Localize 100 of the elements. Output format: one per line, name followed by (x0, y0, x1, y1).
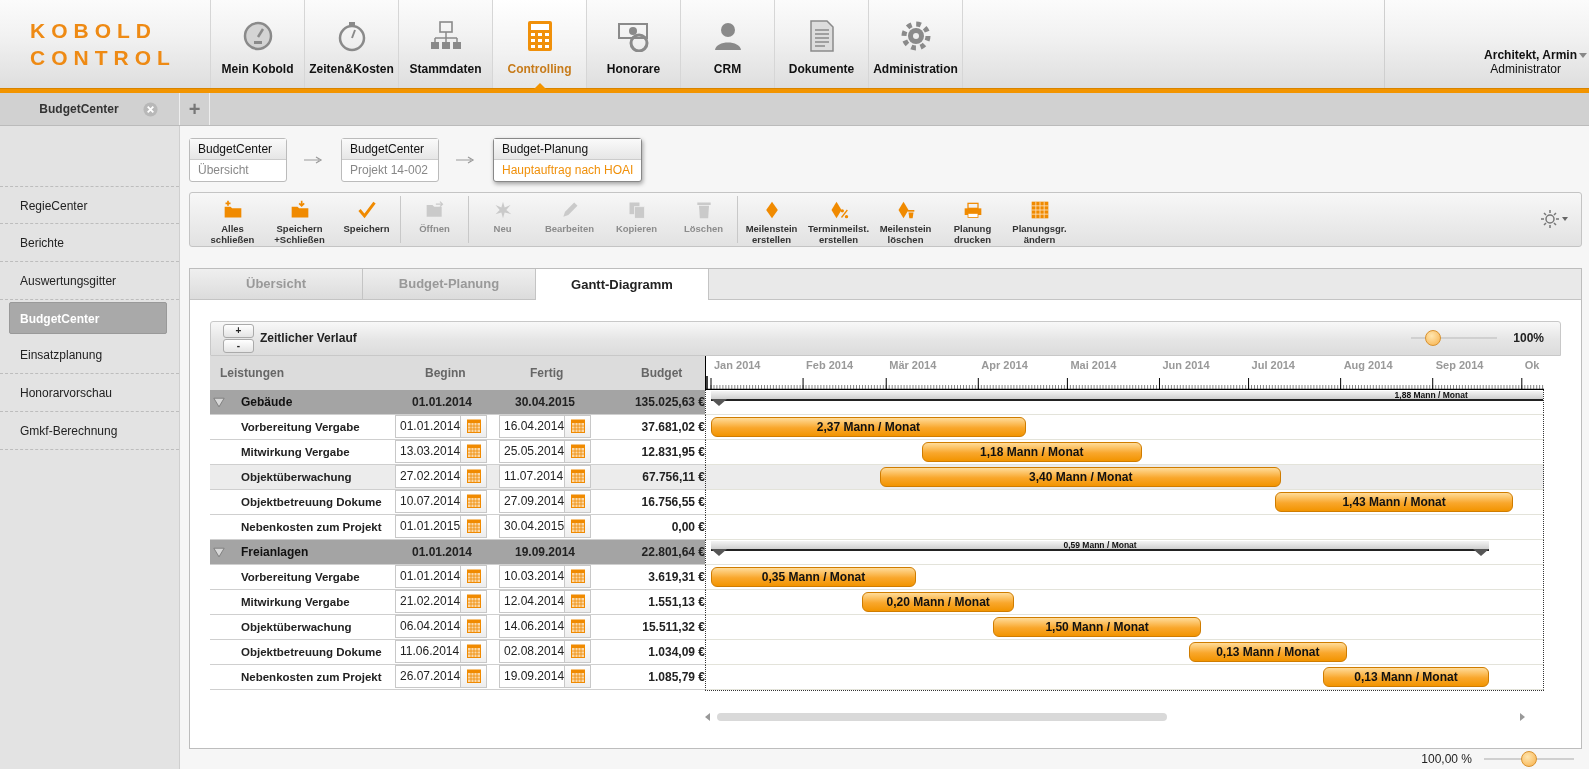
task-bar[interactable]: 0,35 Mann / Monat (711, 566, 916, 587)
date-field[interactable]: 16.04.2014 (499, 414, 565, 438)
zoom-out-button[interactable]: - (223, 338, 254, 353)
date-field[interactable]: 13.03.2014 (395, 439, 461, 463)
expand-toggle-icon[interactable] (213, 546, 225, 558)
table-cell-text: 01.01.2014 (410, 394, 474, 409)
toolbar-button[interactable]: Meilenstein erstellen (738, 193, 805, 246)
horizontal-scrollbar[interactable] (705, 712, 1525, 722)
date-field[interactable]: 27.02.2014 (395, 464, 461, 488)
zoom-in-button[interactable]: + (223, 323, 254, 338)
chart-row[interactable]: 1,43 Mann / Monat (705, 489, 1544, 515)
calendar-button[interactable] (461, 514, 487, 538)
calendar-button[interactable] (461, 589, 487, 613)
tab[interactable]: Gantt-Diagramm (536, 268, 709, 300)
chart-row[interactable]: 2,37 Mann / Monat (705, 414, 1544, 440)
scroll-right-icon[interactable] (1520, 713, 1525, 722)
month-label: Mai 2014 (1070, 358, 1117, 371)
calendar-button[interactable] (565, 664, 591, 688)
calendar-button[interactable] (461, 464, 487, 488)
toolbar-button[interactable]: Planung drucken (939, 193, 1006, 246)
close-icon[interactable] (142, 101, 158, 117)
calendar-button[interactable] (461, 639, 487, 663)
task-bar[interactable]: 2,37 Mann / Monat (711, 416, 1026, 437)
date-field[interactable]: 26.07.2014 (395, 664, 461, 688)
chart-row[interactable]: 0,35 Mann / Monat (705, 564, 1544, 590)
month-label: Feb 2014 (806, 358, 854, 371)
chart-row[interactable]: 1,50 Mann / Monat (705, 614, 1544, 640)
scroll-left-icon[interactable] (705, 713, 710, 722)
date-field[interactable]: 06.04.2014 (395, 614, 461, 638)
calendar-icon (466, 594, 481, 609)
zoom-slider[interactable] (1484, 749, 1574, 769)
nav-button[interactable]: Dokumente (775, 0, 869, 88)
chart-row[interactable]: 0,20 Mann / Monat (705, 589, 1544, 615)
task-bar[interactable]: 1,43 Mann / Monat (1275, 491, 1513, 512)
task-bar[interactable]: 1,18 Mann / Monat (921, 441, 1142, 462)
task-bar[interactable]: 0,13 Mann / Monat (1322, 666, 1490, 687)
task-bar[interactable]: 0,20 Mann / Monat (862, 591, 1014, 612)
date-field[interactable]: 11.06.2014 (395, 639, 461, 663)
sidebar-item[interactable]: Berichte (0, 224, 179, 262)
date-field[interactable]: 21.02.2014 (395, 589, 461, 613)
task-bar[interactable]: 3,40 Mann / Monat (880, 466, 1282, 487)
calendar-icon (466, 519, 481, 534)
banknote-icon (617, 20, 650, 52)
sidebar-item[interactable]: Einsatzplanung (0, 336, 179, 374)
date-field[interactable]: 14.06.2014 (499, 614, 565, 638)
date-field[interactable]: 11.07.2014 (499, 464, 565, 488)
task-bar[interactable]: 0,13 Mann / Monat (1189, 641, 1347, 662)
arrow-icon (304, 155, 324, 164)
calendar-button[interactable] (565, 439, 591, 463)
toolbar-button[interactable]: Alles schließen (199, 193, 266, 246)
chart-row[interactable]: 0,13 Mann / Monat (705, 639, 1544, 665)
calendar-button[interactable] (461, 614, 487, 638)
calendar-button[interactable] (461, 439, 487, 463)
chart-row[interactable]: 1,18 Mann / Monat (705, 439, 1544, 465)
date-field[interactable]: 12.04.2014 (499, 589, 565, 613)
breadcrumb[interactable]: BudgetCenter Übersicht (189, 137, 287, 182)
date-field[interactable]: 02.08.2014 (499, 639, 565, 663)
sidebar-item[interactable]: Auswertungsgitter (0, 262, 179, 300)
date-field[interactable]: 01.01.2014 (395, 564, 461, 588)
date-field[interactable]: 01.01.2014 (395, 414, 461, 438)
chart-row[interactable]: 0,13 Mann / Monat (705, 664, 1544, 690)
toolbar-button[interactable]: Planungsgr. ändern (1006, 193, 1073, 246)
calendar-button[interactable] (565, 414, 591, 438)
sidebar-item[interactable]: Honorarvorschau (0, 374, 179, 412)
chart-row[interactable]: 3,40 Mann / Monat (705, 464, 1544, 490)
month-label: Mär 2014 (889, 358, 937, 371)
sidebar-item[interactable]: Gmkf-Berechnung (0, 412, 179, 450)
calendar-button[interactable] (461, 489, 487, 513)
expand-toggle-icon[interactable] (213, 396, 225, 408)
date-field[interactable]: 27.09.2014 (499, 489, 565, 513)
breadcrumb[interactable]: BudgetCenter Projekt 14-002 (341, 137, 439, 182)
date-field[interactable]: 30.04.2015 (499, 514, 565, 538)
zoom-reading: 100% (1513, 331, 1544, 346)
date-field[interactable]: 10.07.2014 (395, 489, 461, 513)
toolbar-button[interactable]: Terminmeilst. erstellen (805, 193, 872, 246)
user-menu[interactable]: Architekt, Armin (1484, 48, 1587, 62)
date-field[interactable]: 25.05.2014 (499, 439, 565, 463)
toolbar-button[interactable]: Speichern (333, 193, 400, 246)
breadcrumb[interactable]: Budget-Planung Hauptauftrag nach HOAI (493, 137, 643, 182)
calendar-button[interactable] (461, 414, 487, 438)
table-cell: 1.034,09 € (648, 644, 705, 659)
calendar-button[interactable] (565, 514, 591, 538)
chart-row[interactable] (705, 514, 1544, 540)
calendar-button[interactable] (565, 639, 591, 663)
date-field[interactable]: 01.01.2015 (395, 514, 461, 538)
calendar-button[interactable] (565, 464, 591, 488)
date-field[interactable]: 10.03.2014 (499, 564, 565, 588)
task-name: Vorbereitung Vergabe (241, 420, 360, 433)
calendar-button[interactable] (565, 564, 591, 588)
calendar-button[interactable] (565, 589, 591, 613)
task-bar[interactable]: 1,50 Mann / Monat (993, 616, 1202, 637)
toolbar-button[interactable]: Meilenstein löschen (872, 193, 939, 246)
date-field[interactable]: 19.09.2014 (499, 664, 565, 688)
calendar-button[interactable] (565, 614, 591, 638)
calendar-button[interactable] (461, 664, 487, 688)
calendar-button[interactable] (565, 489, 591, 513)
toolbar-button[interactable]: Speichern +Schließen (266, 193, 333, 246)
calendar-button[interactable] (461, 564, 487, 588)
task-name: Nebenkosten zum Projekt (241, 520, 382, 533)
sidebar-item[interactable]: RegieCenter (0, 186, 179, 224)
